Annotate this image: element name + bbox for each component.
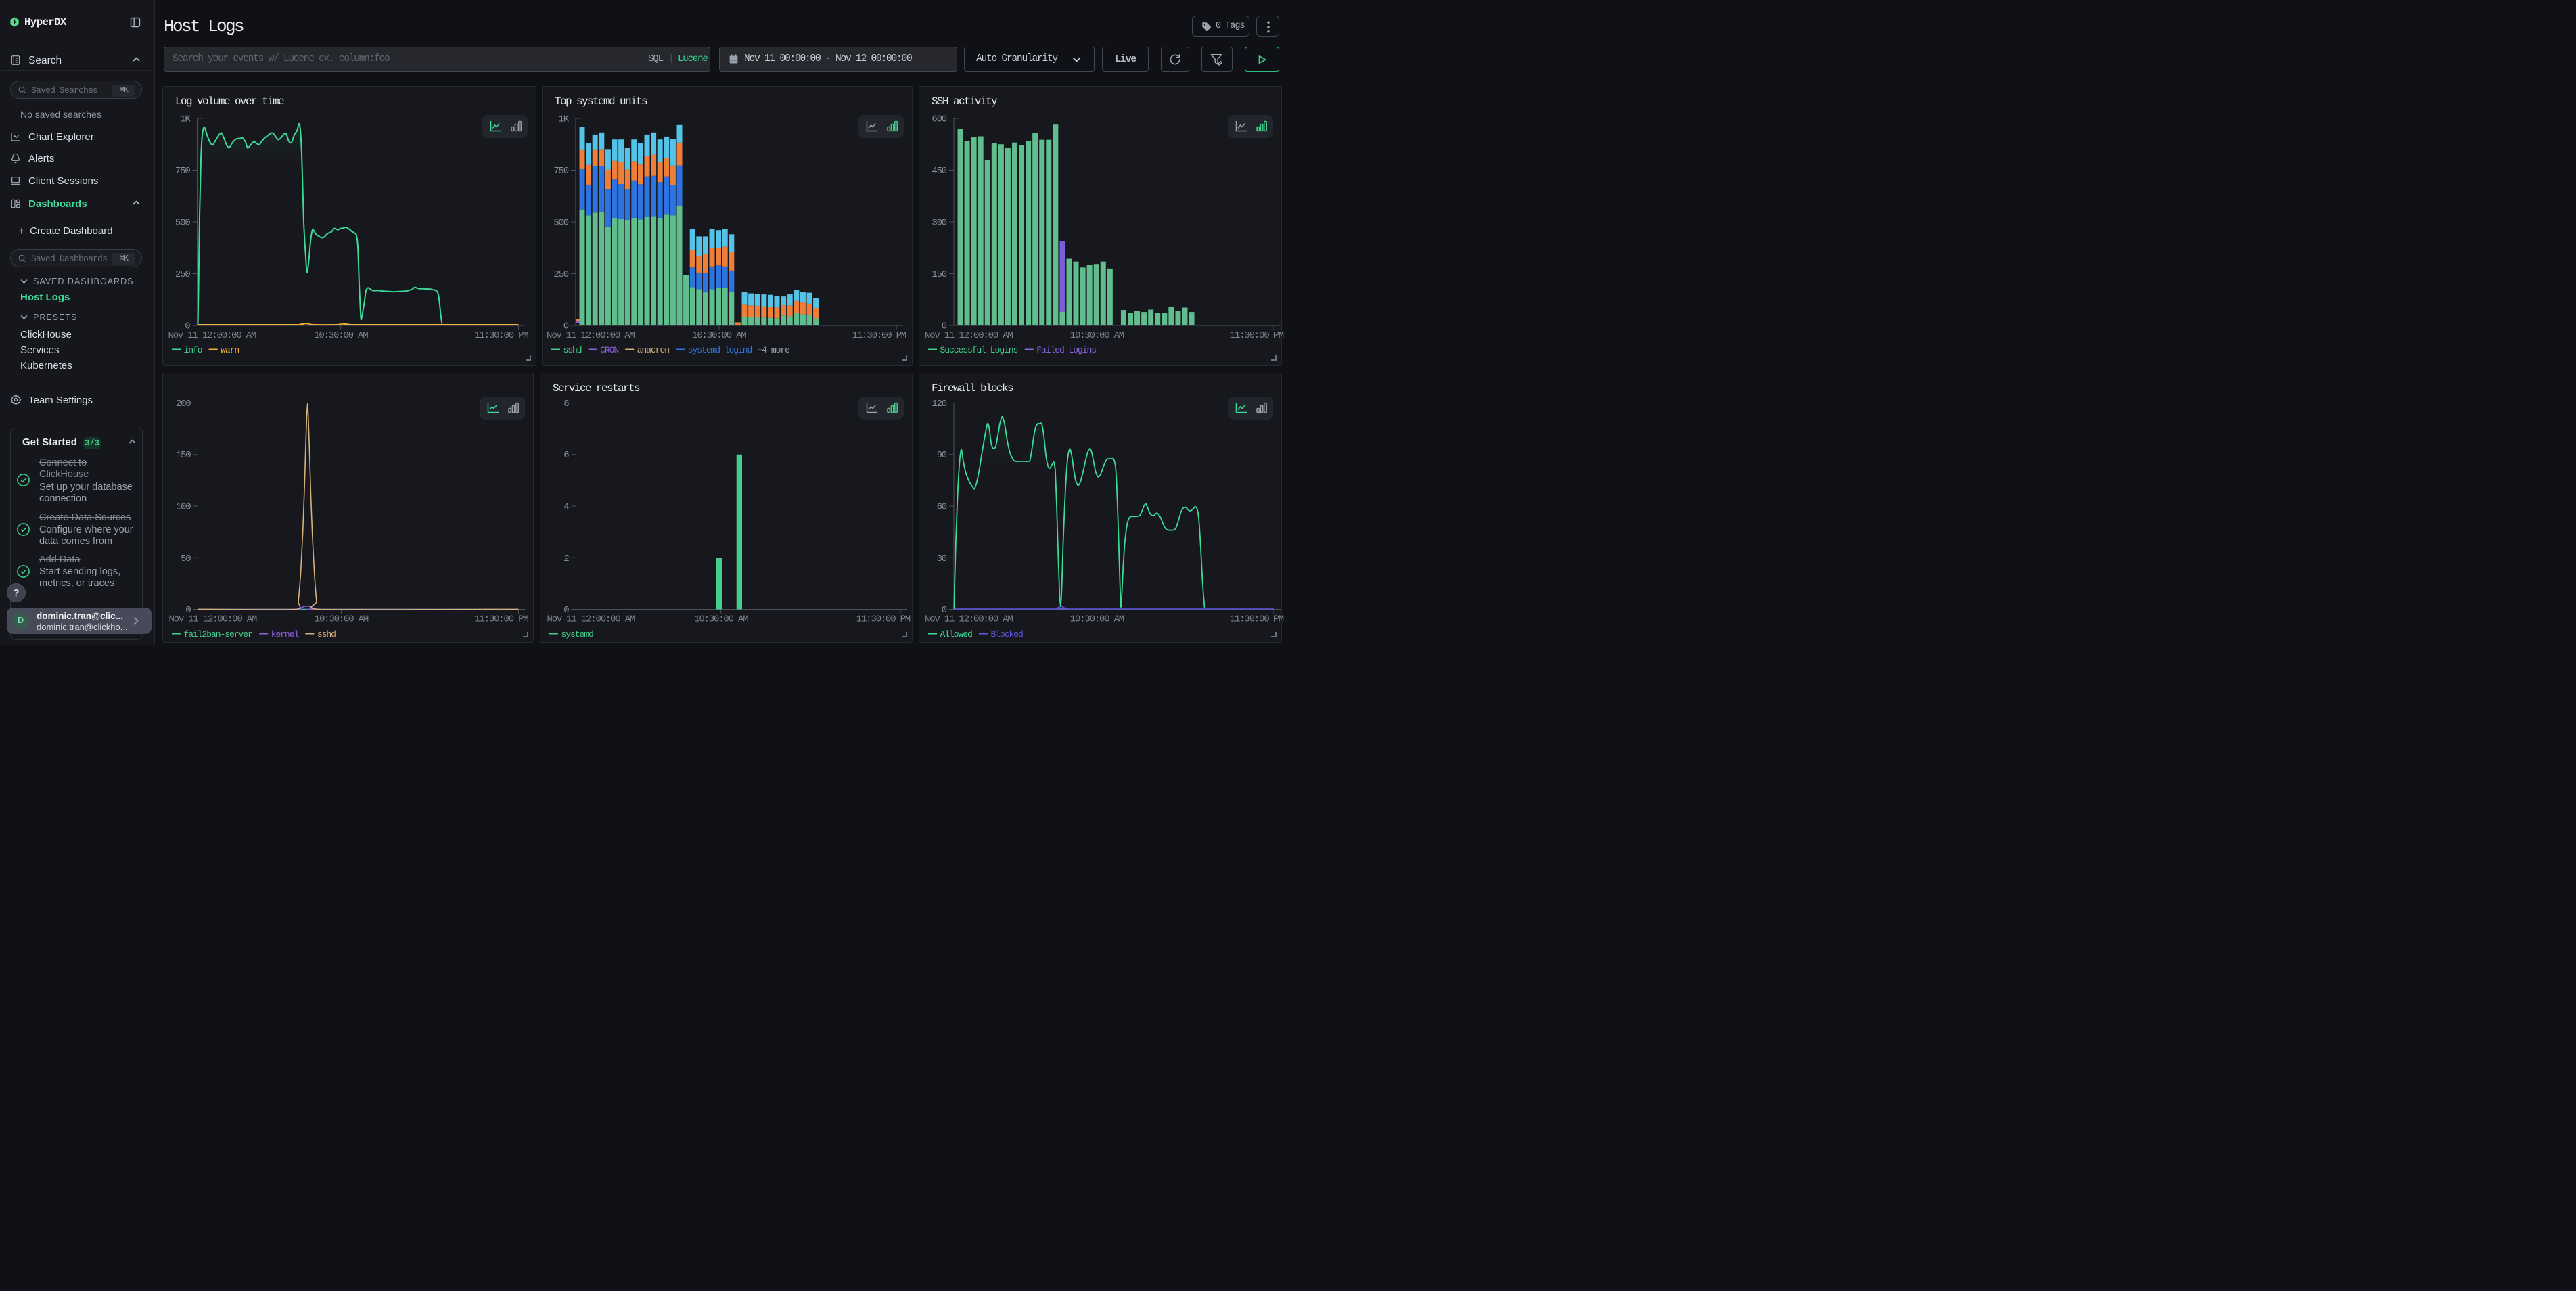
svg-text:4: 4 xyxy=(564,502,569,513)
svg-text:10:30:00 AM: 10:30:00 AM xyxy=(1070,614,1124,625)
svg-text:10:30:00 AM: 10:30:00 AM xyxy=(1070,330,1124,341)
svg-text:300: 300 xyxy=(932,218,946,229)
svg-text:Nov 11 12:00:00 AM: Nov 11 12:00:00 AM xyxy=(168,330,256,341)
svg-text:30: 30 xyxy=(937,553,947,564)
svg-text:150: 150 xyxy=(176,450,191,461)
svg-text:Nov 11 12:00:00 AM: Nov 11 12:00:00 AM xyxy=(925,614,1013,625)
svg-text:150: 150 xyxy=(932,269,946,280)
svg-text:Successful Logins: Successful Logins xyxy=(940,345,1018,355)
svg-text:CRON: CRON xyxy=(600,345,618,355)
svg-text:6: 6 xyxy=(564,450,569,461)
svg-text:10:30:00 AM: 10:30:00 AM xyxy=(692,330,746,341)
svg-text:90: 90 xyxy=(937,450,947,461)
svg-text:500: 500 xyxy=(553,218,568,229)
svg-text:750: 750 xyxy=(175,166,190,177)
svg-text:750: 750 xyxy=(553,166,568,177)
svg-text:info: info xyxy=(184,345,202,355)
svg-text:11:30:00 PM: 11:30:00 PM xyxy=(474,614,528,625)
svg-text:Allowed: Allowed xyxy=(940,629,973,639)
svg-text:Nov 11 12:00:00 AM: Nov 11 12:00:00 AM xyxy=(547,614,635,625)
svg-text:sshd: sshd xyxy=(317,629,336,639)
svg-text:600: 600 xyxy=(932,114,946,125)
svg-text:anacron: anacron xyxy=(637,345,670,355)
svg-text:500: 500 xyxy=(175,218,190,229)
svg-text:Nov 11 12:00:00 AM: Nov 11 12:00:00 AM xyxy=(925,330,1013,341)
svg-text:Nov 11 12:00:00 AM: Nov 11 12:00:00 AM xyxy=(169,614,257,625)
svg-text:11:30:00 PM: 11:30:00 PM xyxy=(1230,330,1284,341)
svg-text:10:30:00 AM: 10:30:00 AM xyxy=(694,614,748,625)
svg-text:450: 450 xyxy=(932,166,946,177)
svg-text:200: 200 xyxy=(176,399,191,409)
svg-text:kernel: kernel xyxy=(271,629,300,639)
svg-text:11:30:00 PM: 11:30:00 PM xyxy=(474,330,528,341)
svg-text:60: 60 xyxy=(937,502,947,513)
svg-text:1K: 1K xyxy=(180,114,191,125)
svg-text:11:30:00 PM: 11:30:00 PM xyxy=(852,330,906,341)
svg-text:Blocked: Blocked xyxy=(990,629,1023,639)
svg-text:100: 100 xyxy=(176,502,191,513)
svg-text:+4 more: +4 more xyxy=(758,345,790,355)
svg-text:sshd: sshd xyxy=(564,345,582,355)
svg-text:10:30:00 AM: 10:30:00 AM xyxy=(315,614,369,625)
svg-text:10:30:00 AM: 10:30:00 AM xyxy=(314,330,368,341)
svg-text:120: 120 xyxy=(932,399,946,409)
svg-text:50: 50 xyxy=(181,553,191,564)
svg-text:systemd-logind: systemd-logind xyxy=(688,345,752,355)
svg-text:250: 250 xyxy=(553,269,568,280)
svg-text:2: 2 xyxy=(564,553,569,564)
svg-text:Failed Logins: Failed Logins xyxy=(1036,345,1096,355)
svg-text:250: 250 xyxy=(175,269,190,280)
svg-text:Nov 11 12:00:00 AM: Nov 11 12:00:00 AM xyxy=(547,330,635,341)
svg-text:fail2ban-server: fail2ban-server xyxy=(184,629,253,639)
svg-text:1K: 1K xyxy=(559,114,570,125)
svg-text:11:30:00 PM: 11:30:00 PM xyxy=(856,614,911,625)
svg-text:systemd: systemd xyxy=(561,629,594,639)
svg-text:8: 8 xyxy=(564,399,569,409)
svg-text:11:30:00 PM: 11:30:00 PM xyxy=(1230,614,1284,625)
svg-text:warn: warn xyxy=(221,345,239,355)
